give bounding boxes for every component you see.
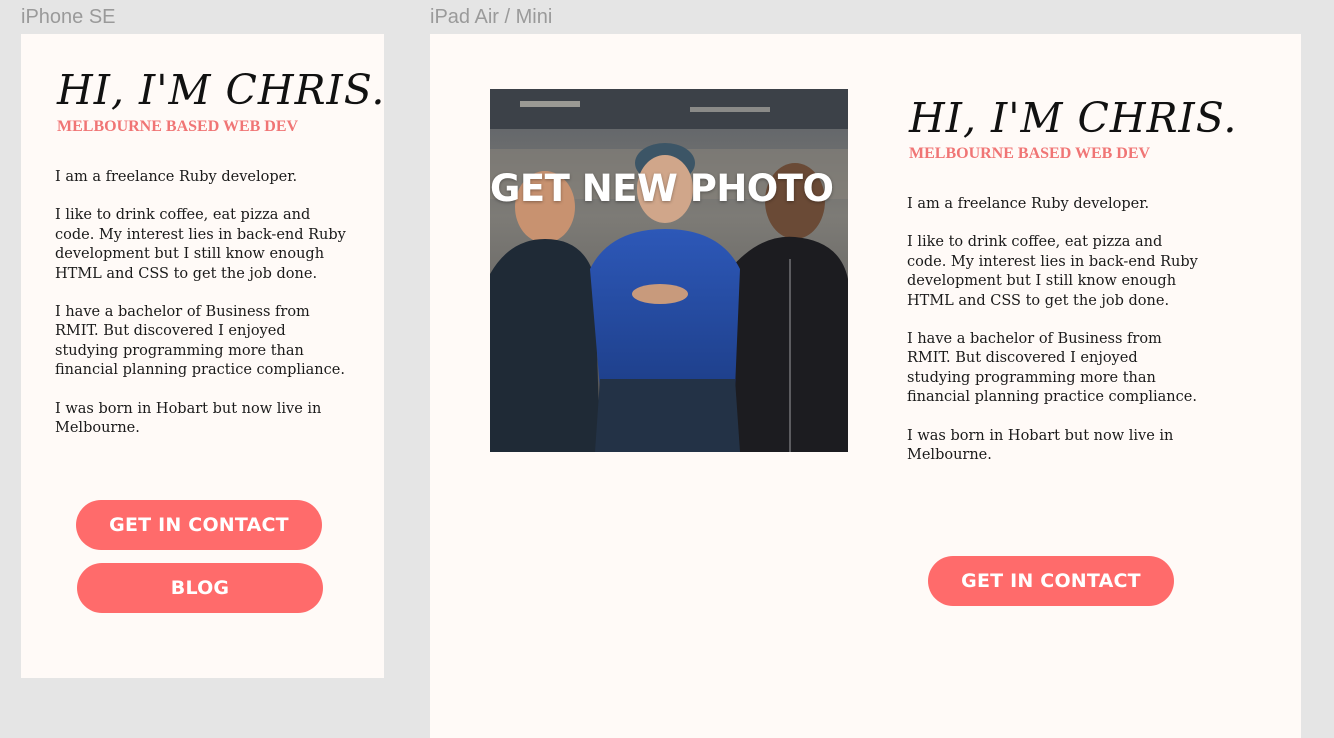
bio-paragraph: I have a bachelor of Business from RMIT.… [907,331,1197,406]
subheading: MELBOURNE BASED WEB DEV [57,118,299,135]
profile-photo-image [490,89,848,452]
get-in-contact-button[interactable]: GET IN CONTACT [928,556,1174,606]
bio-paragraph: I am a freelance Ruby developer. [55,169,298,185]
bio-paragraph: I like to drink coffee, eat pizza and co… [55,207,346,282]
bio-paragraph: I was born in Hobart but now live in Mel… [55,400,322,437]
get-in-contact-button[interactable]: GET IN CONTACT [76,500,322,550]
page-title: HI, I'M CHRIS. [909,94,1238,142]
profile-photo[interactable]: GET NEW PHOTO [490,89,848,452]
iphone-se-artboard: HI, I'M CHRIS. MELBOURNE BASED WEB DEV I… [21,34,384,678]
bio-paragraph: I was born in Hobart but now live in Mel… [907,427,1174,464]
ipad-artboard: GET NEW PHOTO HI, I'M CHRIS. MELBOURNE B… [430,34,1301,738]
bio-paragraph: I like to drink coffee, eat pizza and co… [907,234,1198,309]
ipad-frame-label: iPad Air / Mini [430,6,553,28]
bio-paragraph: I am a freelance Ruby developer. [907,196,1150,212]
page-title: HI, I'M CHRIS. [57,66,386,114]
iphone-se-frame-label: iPhone SE [21,6,116,28]
subheading: MELBOURNE BASED WEB DEV [909,145,1151,162]
bio-paragraph: I have a bachelor of Business from RMIT.… [55,304,345,379]
bio-text: I am a freelance Ruby developer. I like … [55,168,353,457]
bio-text: I am a freelance Ruby developer. I like … [907,195,1205,484]
get-new-photo-label: GET NEW PHOTO [490,167,834,210]
blog-button[interactable]: BLOG [77,563,323,613]
